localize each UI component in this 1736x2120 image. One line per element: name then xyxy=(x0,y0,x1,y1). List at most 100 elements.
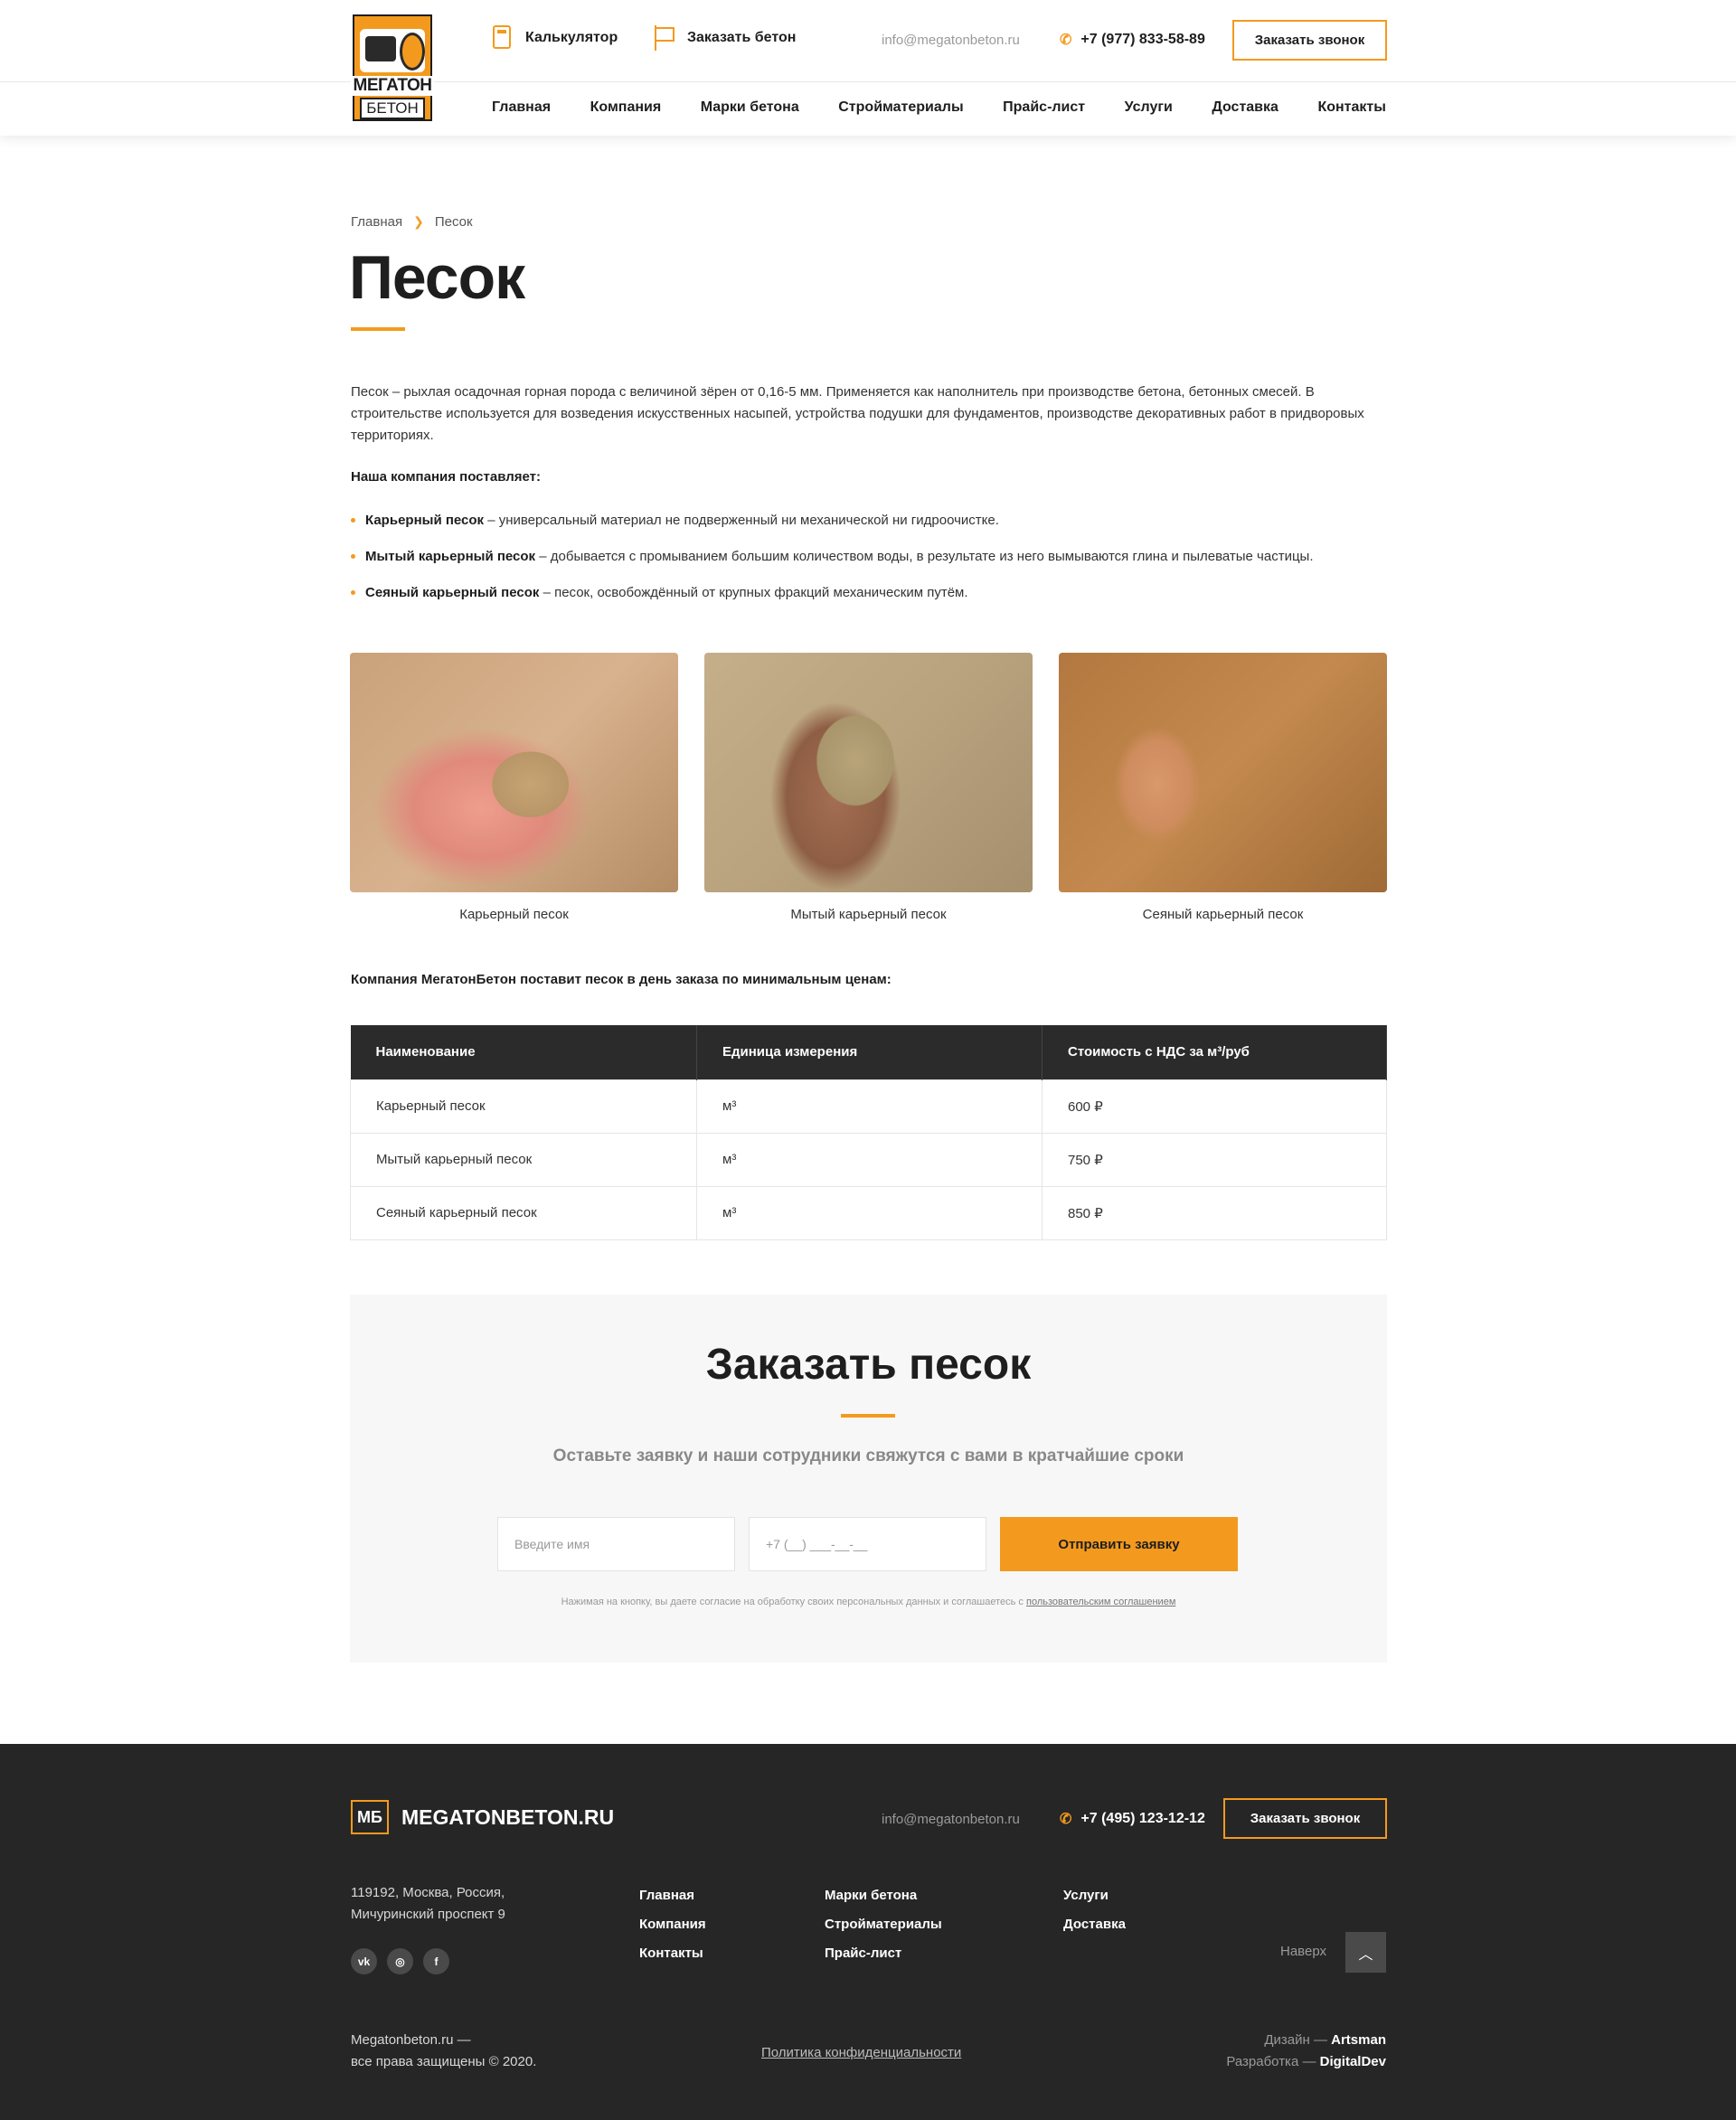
footer-link-delivery[interactable]: Доставка xyxy=(1063,1910,1126,1939)
breadcrumb-home[interactable]: Главная xyxy=(351,214,402,230)
footer-link-materials[interactable]: Стройматериалы xyxy=(825,1910,942,1939)
social-links: vk ◎ f xyxy=(351,1948,459,1974)
calculator-link[interactable]: Калькулятор xyxy=(491,25,618,51)
table-row: Мытый карьерный песок м³ 750 ₽ xyxy=(350,1132,1387,1187)
breadcrumb: Главная ❯ Песок xyxy=(351,214,473,230)
privacy-policy-link[interactable]: Политика конфиденциальности xyxy=(761,2045,961,2060)
calculator-label: Калькулятор xyxy=(525,30,618,45)
submit-button[interactable]: Отправить заявку xyxy=(1000,1517,1238,1571)
order-concrete-link[interactable]: Заказать бетон xyxy=(653,25,796,51)
nav-price-list[interactable]: Прайс-лист xyxy=(1003,99,1085,116)
title-underline xyxy=(351,327,405,331)
header-divider xyxy=(0,81,1736,82)
gallery-item[interactable]: Мытый карьерный песок xyxy=(704,653,1033,922)
footer-nav-col1: Главная Компания Контакты xyxy=(639,1881,706,1968)
logo-mark: МБ xyxy=(351,1800,389,1834)
photo-caption: Мытый карьерный песок xyxy=(790,907,947,922)
footer-link-home[interactable]: Главная xyxy=(639,1881,706,1910)
supply-heading: Наша компания поставляет: xyxy=(351,469,542,485)
vk-icon[interactable]: vk xyxy=(351,1948,377,1974)
address: 119192, Москва, Россия, Мичуринский прос… xyxy=(351,1882,505,1926)
chevron-up-icon: ︿ xyxy=(1358,1946,1373,1963)
logo-text: MEGATONBETON.RU xyxy=(401,1804,615,1829)
footer-link-prices[interactable]: Прайс-лист xyxy=(825,1939,942,1968)
flag-icon xyxy=(653,25,675,51)
site-logo[interactable]: МЕГАТОН БЕТОН xyxy=(351,14,434,121)
header-phone[interactable]: ✆ +7 (977) 833-58-89 xyxy=(1060,31,1205,49)
design-label: Дизайн — xyxy=(1264,2032,1332,2048)
footer-link-contacts[interactable]: Контакты xyxy=(639,1939,706,1968)
to-top-button[interactable]: ︿ xyxy=(1345,1932,1386,1973)
cell-unit: м³ xyxy=(696,1132,1043,1187)
footer-callback-button[interactable]: Заказать звонок xyxy=(1223,1798,1387,1839)
washed-sand-photo xyxy=(704,653,1033,892)
table-row: Сеяный карьерный песок м³ 850 ₽ xyxy=(350,1185,1387,1240)
table-row: Карьерный песок м³ 600 ₽ xyxy=(350,1079,1387,1134)
design-credit[interactable]: Artsman xyxy=(1331,2032,1386,2048)
phone-icon: ✆ xyxy=(1060,33,1072,48)
site-footer: МБ MEGATONBETON.RU info@megatonbeton.ru … xyxy=(0,1744,1736,2120)
footer-nav-col2: Марки бетона Стройматериалы Прайс-лист xyxy=(825,1881,942,1968)
footer-logo[interactable]: МБ MEGATONBETON.RU xyxy=(351,1800,614,1834)
site-header: МЕГАТОН БЕТОН Калькулятор Заказать бетон… xyxy=(0,0,1736,136)
breadcrumb-current: Песок xyxy=(434,214,473,230)
mixer-truck-icon xyxy=(360,29,425,72)
product-list: Карьерный песок – универсальный материал… xyxy=(351,510,1387,618)
facebook-icon[interactable]: f xyxy=(423,1948,449,1974)
cell-price: 750 ₽ xyxy=(1042,1132,1387,1187)
list-item: Карьерный песок – универсальный материал… xyxy=(351,510,1387,531)
nav-company[interactable]: Компания xyxy=(590,99,662,116)
footer-link-services[interactable]: Услуги xyxy=(1063,1881,1126,1910)
product-name: Сеяный карьерный песок xyxy=(365,585,540,600)
order-form-section: Заказать песок Оставьте заявку и наши со… xyxy=(350,1295,1387,1663)
credits: Дизайн — Artsman Разработка — DigitalDev xyxy=(1226,2030,1386,2073)
order-underline xyxy=(841,1414,895,1418)
callback-button[interactable]: Заказать звонок xyxy=(1232,20,1387,61)
consent-note: Нажимая на кнопку, вы даете согласие на … xyxy=(350,1597,1387,1607)
page-title: Песок xyxy=(349,243,525,312)
name-input[interactable]: Введите имя xyxy=(497,1517,735,1571)
col-price: Стоимость с НДС за м³/руб xyxy=(1042,1025,1387,1079)
product-desc: – песок, освобождённый от крупных фракци… xyxy=(539,585,968,600)
nav-home[interactable]: Главная xyxy=(492,99,551,116)
nav-contacts[interactable]: Контакты xyxy=(1317,99,1385,116)
to-top-label: Наверх xyxy=(1280,1944,1326,1959)
cell-name: Мытый карьерный песок xyxy=(350,1132,697,1187)
user-agreement-link[interactable]: пользовательским соглашением xyxy=(1026,1597,1175,1607)
cell-name: Карьерный песок xyxy=(350,1079,697,1134)
header-email[interactable]: info@megatonbeton.ru xyxy=(882,33,1020,48)
product-desc: – добывается с промыванием большим колич… xyxy=(535,549,1314,564)
nav-delivery[interactable]: Доставка xyxy=(1212,99,1278,116)
product-name: Мытый карьерный песок xyxy=(365,549,536,564)
phone-input[interactable]: +7 (__) ___-__-__ xyxy=(749,1517,986,1571)
consent-text: Нажимая на кнопку, вы даете согласие на … xyxy=(561,1597,1026,1607)
table-header-row: Наименование Единица измерения Стоимость… xyxy=(350,1025,1387,1079)
footer-phone[interactable]: ✆ +7 (495) 123-12-12 xyxy=(1060,1810,1205,1828)
nav-concrete-grades[interactable]: Марки бетона xyxy=(701,99,799,116)
footer-email[interactable]: info@megatonbeton.ru xyxy=(882,1812,1020,1827)
instagram-icon[interactable]: ◎ xyxy=(387,1948,413,1974)
order-concrete-label: Заказать бетон xyxy=(687,30,797,45)
sand-gallery: Карьерный песок Мытый карьерный песок Се… xyxy=(350,653,1387,922)
chevron-right-icon: ❯ xyxy=(413,214,424,229)
footer-phone-number: +7 (495) 123-12-12 xyxy=(1080,1811,1205,1826)
cell-name: Сеяный карьерный песок xyxy=(350,1185,697,1240)
photo-caption: Карьерный песок xyxy=(459,907,569,922)
order-subtitle: Оставьте заявку и наши сотрудники свяжут… xyxy=(552,1446,1184,1465)
intro-text: Песок – рыхлая осадочная горная порода с… xyxy=(351,384,1364,443)
product-desc: – универсальный материал не подверженный… xyxy=(484,513,999,528)
dev-credit[interactable]: DigitalDev xyxy=(1320,2054,1386,2069)
logo-line2: БЕТОН xyxy=(360,98,425,119)
cell-price: 600 ₽ xyxy=(1042,1079,1387,1134)
gallery-item[interactable]: Карьерный песок xyxy=(350,653,678,922)
nav-services[interactable]: Услуги xyxy=(1125,99,1173,116)
calculator-icon xyxy=(491,25,513,51)
quarry-sand-photo xyxy=(350,653,678,892)
product-name: Карьерный песок xyxy=(365,513,485,528)
copyright-line: все права защищены © 2020. xyxy=(351,2054,537,2069)
gallery-item[interactable]: Сеяный карьерный песок xyxy=(1059,653,1387,922)
nav-building-materials[interactable]: Стройматериалы xyxy=(838,99,963,116)
list-item: Мытый карьерный песок – добывается с про… xyxy=(351,546,1387,567)
footer-link-grades[interactable]: Марки бетона xyxy=(825,1881,942,1910)
footer-link-company[interactable]: Компания xyxy=(639,1910,706,1939)
